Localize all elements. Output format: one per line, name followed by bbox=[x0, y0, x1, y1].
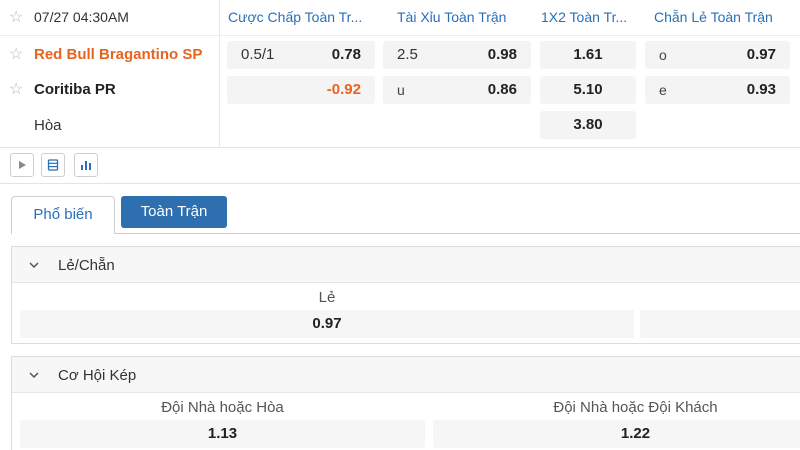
star-icon[interactable]: ☆ bbox=[9, 47, 23, 63]
market-double-chance: Cơ Hội Kép Đội Nhà hoặc Hòa 1.13 Đội Nhà… bbox=[11, 356, 800, 450]
market-odd-even: Lẻ/Chẵn Lẻ 0.97 bbox=[11, 246, 800, 344]
home-win-odds: 1.61 bbox=[573, 46, 603, 63]
home-or-draw-label: Đội Nhà hoặc Hòa bbox=[161, 399, 284, 416]
odd-odds: 0.97 bbox=[746, 46, 776, 63]
even-selection-odds[interactable] bbox=[640, 310, 800, 338]
away-under-cell[interactable]: u 0.86 bbox=[383, 76, 531, 104]
market-odd-even-title: Lẻ/Chẵn bbox=[58, 257, 115, 274]
market-double-chance-header[interactable]: Cơ Hội Kép bbox=[12, 357, 800, 393]
odd-cell[interactable]: o 0.97 bbox=[645, 41, 790, 69]
column-over-under: Tài Xỉu Toàn Trận bbox=[397, 9, 507, 25]
match-datetime: 07/27 04:30AM bbox=[34, 9, 129, 25]
home-or-away-odds[interactable]: 1.22 bbox=[433, 420, 800, 448]
over-odds: 0.98 bbox=[487, 46, 517, 63]
away-1x2-cell[interactable]: 5.10 bbox=[540, 76, 636, 104]
match-header-row: ☆ 07/27 04:30AM Cược Chấp Toàn Tr... Tài… bbox=[0, 0, 800, 36]
bar-chart-icon bbox=[81, 161, 91, 170]
home-or-away-label: Đội Nhà hoặc Đội Khách bbox=[553, 399, 718, 416]
play-button[interactable] bbox=[10, 153, 34, 177]
odd-selection-label: Lẻ bbox=[318, 289, 336, 306]
column-odd-even: Chẵn Lẻ Toàn Trận bbox=[654, 9, 773, 25]
even-odds: 0.93 bbox=[746, 81, 776, 98]
under-line: u bbox=[397, 82, 405, 98]
chevron-down-icon bbox=[29, 262, 39, 269]
stats-button[interactable] bbox=[74, 153, 98, 177]
market-odd-even-header[interactable]: Lẻ/Chẵn bbox=[12, 247, 800, 283]
play-icon bbox=[19, 161, 26, 169]
home-team-name: Red Bull Bragantino SP bbox=[34, 46, 203, 63]
column-handicap: Cược Chấp Toàn Tr... bbox=[228, 9, 363, 25]
list-button[interactable] bbox=[41, 153, 65, 177]
away-win-odds: 5.10 bbox=[573, 81, 603, 98]
over-line: 2.5 bbox=[397, 46, 418, 63]
home-1x2-cell[interactable]: 1.61 bbox=[540, 41, 636, 69]
column-1x2: 1X2 Toàn Tr... bbox=[541, 9, 628, 25]
draw-odds: 3.80 bbox=[573, 116, 603, 133]
match-toolbar bbox=[0, 148, 800, 184]
tab-popular[interactable]: Phổ biến bbox=[11, 196, 115, 234]
chevron-down-icon bbox=[29, 372, 39, 379]
odd-selection-odds[interactable]: 0.97 bbox=[20, 310, 634, 338]
away-handicap-odds: -0.92 bbox=[326, 81, 361, 98]
odd-label: o bbox=[659, 47, 667, 63]
list-icon bbox=[47, 159, 59, 171]
tab-divider bbox=[114, 233, 800, 234]
away-team-name: Coritiba PR bbox=[34, 81, 116, 98]
market-double-chance-title: Cơ Hội Kép bbox=[58, 367, 137, 384]
home-handicap-odds: 0.78 bbox=[331, 46, 361, 63]
away-handicap-cell[interactable]: -0.92 bbox=[227, 76, 375, 104]
match-odds-table: ☆ 07/27 04:30AM Cược Chấp Toàn Tr... Tài… bbox=[0, 0, 800, 148]
home-over-cell[interactable]: 2.5 0.98 bbox=[383, 41, 531, 69]
tab-full-match[interactable]: Toàn Trận bbox=[121, 196, 227, 228]
even-label: e bbox=[659, 82, 667, 98]
star-icon[interactable]: ☆ bbox=[9, 82, 23, 98]
even-cell[interactable]: e 0.93 bbox=[645, 76, 790, 104]
under-odds: 0.86 bbox=[487, 81, 517, 98]
home-or-draw-odds[interactable]: 1.13 bbox=[20, 420, 425, 448]
draw-label: Hòa bbox=[34, 117, 62, 134]
star-icon[interactable]: ☆ bbox=[9, 10, 23, 26]
home-handicap-line: 0.5/1 bbox=[241, 46, 275, 63]
draw-1x2-cell[interactable]: 3.80 bbox=[540, 111, 636, 139]
home-handicap-cell[interactable]: 0.5/1 0.78 bbox=[227, 41, 375, 69]
